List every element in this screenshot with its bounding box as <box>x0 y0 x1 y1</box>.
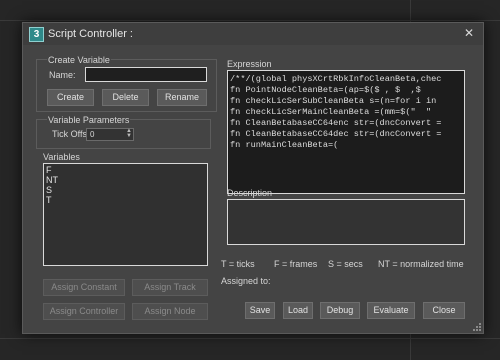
legend-ticks: T = ticks <box>221 259 255 269</box>
expression-code-line: fn checkLicSerMainCleanBeta =(mm=$(" " <box>230 107 432 117</box>
tick-offset-value: 0 <box>90 130 95 139</box>
description-label: Description <box>227 188 273 198</box>
variable-parameters-label: Variable Parameters <box>47 115 131 125</box>
list-item[interactable]: NT <box>46 175 205 185</box>
assign-controller-button[interactable]: Assign Controller <box>43 303 125 320</box>
expression-code-line: fn checkLicSerSubCleanBeta s=(n=for i in <box>230 96 437 106</box>
spinner-arrows-icon[interactable]: ▲ ▼ <box>126 128 132 139</box>
variables-label: Variables <box>43 152 80 162</box>
create-variable-label: Create Variable <box>47 55 111 65</box>
legend-normalized-time: NT = normalized time <box>378 259 464 269</box>
assigned-to-label: Assigned to: <box>221 276 271 286</box>
legend-frames: F = frames <box>274 259 318 269</box>
viewport-grid-line <box>0 20 500 21</box>
expression-editor[interactable]: /**/(global physXCrtRbkInfoCleanBeta,che… <box>227 70 465 194</box>
close-button[interactable]: Close <box>423 302 465 319</box>
variables-list[interactable]: F NT S T <box>43 163 208 266</box>
tick-offset-spinner[interactable]: 0 ▲ ▼ <box>86 128 134 141</box>
title-bar[interactable]: 3 Script Controller : ✕ <box>23 23 483 45</box>
3dsmax-app-icon: 3 <box>29 27 44 42</box>
description-field[interactable] <box>227 199 465 245</box>
rename-button[interactable]: Rename <box>157 89 207 106</box>
viewport-grid-line <box>0 338 500 339</box>
resize-grip-icon[interactable] <box>473 323 481 331</box>
close-icon[interactable]: ✕ <box>459 26 479 41</box>
variable-name-input[interactable] <box>85 67 207 82</box>
assign-track-button[interactable]: Assign Track <box>132 279 208 296</box>
expression-code-line: fn PointNodeCleanBeta=(ap=$($ , $ ,$ <box>230 85 426 95</box>
load-button[interactable]: Load <box>283 302 313 319</box>
save-button[interactable]: Save <box>245 302 275 319</box>
list-item[interactable]: S <box>46 185 205 195</box>
expression-code-line: fn CleanBetabaseCC64dec str=(dncConvert … <box>230 129 442 139</box>
debug-button[interactable]: Debug <box>320 302 360 319</box>
expression-label: Expression <box>227 59 272 69</box>
assign-node-button[interactable]: Assign Node <box>132 303 208 320</box>
delete-button[interactable]: Delete <box>102 89 149 106</box>
name-label: Name: <box>49 70 76 80</box>
list-item[interactable]: T <box>46 195 205 205</box>
window-title: Script Controller : <box>48 28 133 40</box>
script-controller-dialog: 3 Script Controller : ✕ Create Variable … <box>22 22 484 334</box>
evaluate-button[interactable]: Evaluate <box>367 302 415 319</box>
assign-constant-button[interactable]: Assign Constant <box>43 279 125 296</box>
expression-code-line: fn CleanBetabaseCC64enc str=(dncConvert … <box>230 118 442 128</box>
list-item[interactable]: F <box>46 165 205 175</box>
create-button[interactable]: Create <box>47 89 94 106</box>
legend-secs: S = secs <box>328 259 363 269</box>
expression-code-line: /**/(global physXCrtRbkInfoCleanBeta,che… <box>230 74 442 84</box>
expression-code-line: fn runMainCleanBeta=( <box>230 140 339 150</box>
